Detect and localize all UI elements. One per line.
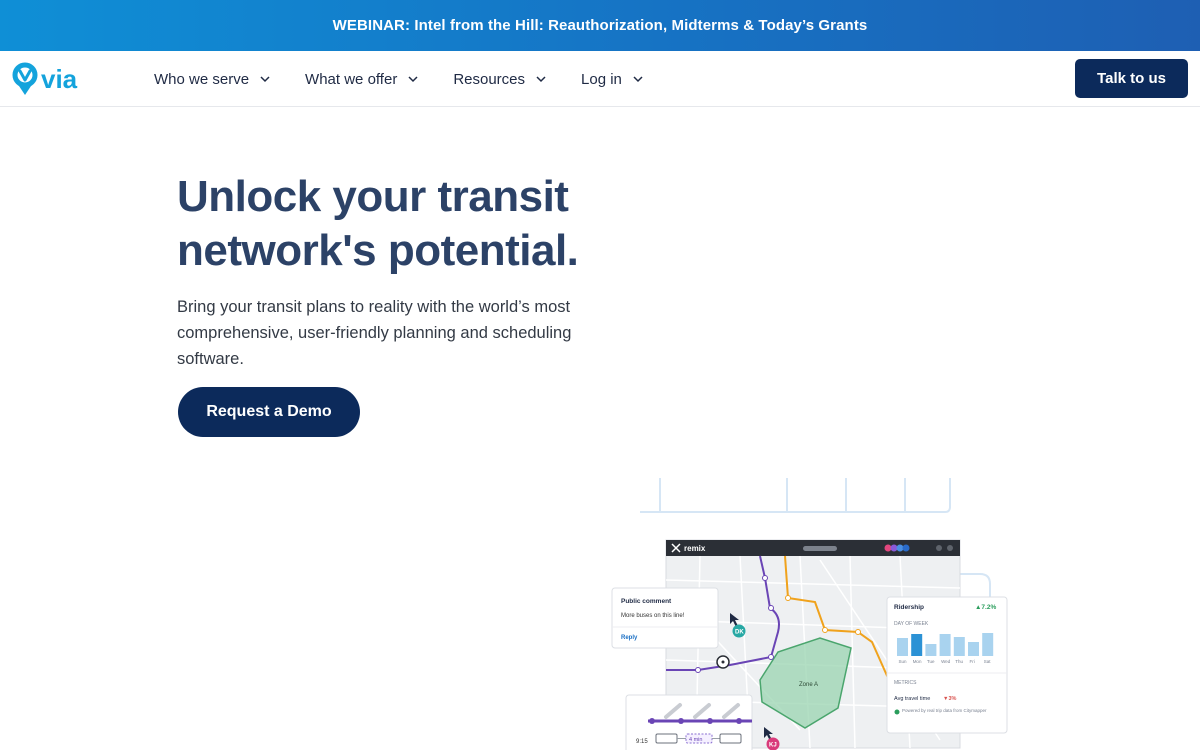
day-of-week-label: DAY OF WEEK: [894, 621, 929, 627]
metrics-label: METRICS: [894, 680, 917, 686]
logo-text: via: [41, 64, 78, 94]
avatar-dot: [902, 544, 910, 552]
day-bar: [897, 638, 908, 656]
day-bar: [982, 633, 994, 656]
day-bar: [911, 634, 923, 656]
comment-title: Public comment: [621, 598, 672, 605]
hero-title-line2: network's potential.: [177, 226, 579, 275]
day-label: Fri: [970, 659, 975, 664]
window-control: [936, 545, 942, 551]
chevron-down-icon: [260, 76, 270, 83]
schedule-stop: [678, 718, 684, 724]
chevron-down-icon: [408, 76, 418, 83]
avatar-dot: [896, 544, 904, 552]
powered-by-text: Powered by real trip data from Citymappe…: [902, 708, 987, 713]
day-label: Sun: [899, 659, 908, 664]
main-menu: Who we serve What we offer Resources Log…: [154, 51, 678, 107]
comment-reply-link[interactable]: Reply: [621, 635, 638, 641]
day-label: Thu: [955, 659, 963, 664]
schedule-gap-label: 4 min: [689, 737, 702, 743]
day-label: Sat: [984, 659, 992, 664]
menu-resources[interactable]: Resources: [453, 71, 547, 88]
zone-label: Zone A: [799, 682, 818, 688]
banner-text[interactable]: WEBINAR: Intel from the Hill: Reauthoriz…: [333, 17, 868, 34]
menu-label: Resources: [453, 70, 526, 88]
metric-name: Avg travel time: [894, 696, 930, 702]
schedule-trip-box[interactable]: [719, 733, 742, 744]
hero-title-line1: Unlock your transit: [177, 172, 569, 221]
via-logo[interactable]: via: [11, 61, 91, 97]
route-stop: [762, 575, 768, 581]
route-stop: [768, 605, 774, 611]
menu-what-we-offer[interactable]: What we offer: [305, 71, 419, 88]
day-bar: [925, 644, 937, 656]
route-stop: [855, 629, 861, 635]
comment-text: More buses on this line!: [621, 613, 685, 619]
avatar-dot: [884, 544, 892, 552]
top-navigation: via Who we serve What we offer Resources…: [0, 51, 1200, 107]
app-name: remix: [684, 544, 706, 553]
menu-log-in[interactable]: Log in: [581, 71, 644, 88]
citymapper-icon: [894, 709, 900, 715]
powered-by-container: Powered by real trip data from Citymappe…: [902, 708, 987, 713]
comment-marker-dot: [721, 660, 725, 664]
menu-label: Log in: [581, 70, 622, 88]
route-stop: [695, 667, 701, 673]
day-bar: [953, 637, 965, 656]
chevron-down-icon: [633, 76, 643, 83]
announcement-banner[interactable]: WEBINAR: Intel from the Hill: Reauthoriz…: [0, 0, 1200, 51]
day-label: Tue: [927, 659, 935, 664]
schedule-stop: [707, 718, 713, 724]
chevron-down-icon: [536, 76, 546, 83]
hero-subtitle: Bring your transit plans to reality with…: [177, 298, 572, 368]
avatar-kj-label: KJ: [769, 743, 777, 749]
menu-who-we-serve[interactable]: Who we serve: [154, 71, 271, 88]
hero-title: Unlock your transit network's potential.: [177, 170, 737, 278]
schedule-time: 9:15: [636, 739, 648, 745]
schedule-stop: [736, 718, 742, 724]
window-control: [947, 545, 953, 551]
route-stop: [768, 654, 774, 660]
day-bar: [939, 634, 951, 656]
route-stop: [822, 627, 828, 633]
ridership-change: ▲7.2%: [975, 604, 996, 611]
day-bar: [968, 642, 979, 656]
ridership-title: Ridership: [894, 604, 924, 611]
schedule-trip-box[interactable]: [655, 733, 678, 744]
talk-to-us-button[interactable]: Talk to us: [1075, 59, 1188, 98]
request-demo-button[interactable]: Request a Demo: [178, 387, 360, 437]
day-label: Wed: [941, 659, 951, 664]
menu-label: Who we serve: [154, 70, 250, 88]
avatar-dot: [890, 544, 898, 552]
avatar-dk-label: DK: [735, 630, 744, 636]
schedule-stop: [649, 718, 655, 724]
route-stop: [785, 595, 791, 601]
address-bar: [803, 546, 837, 551]
day-label: Mon: [913, 659, 922, 664]
menu-label: What we offer: [305, 70, 398, 88]
product-illustration: remix Zone A Public comment More buses o…: [611, 478, 1008, 750]
metric-change: ▼3%: [943, 696, 957, 702]
